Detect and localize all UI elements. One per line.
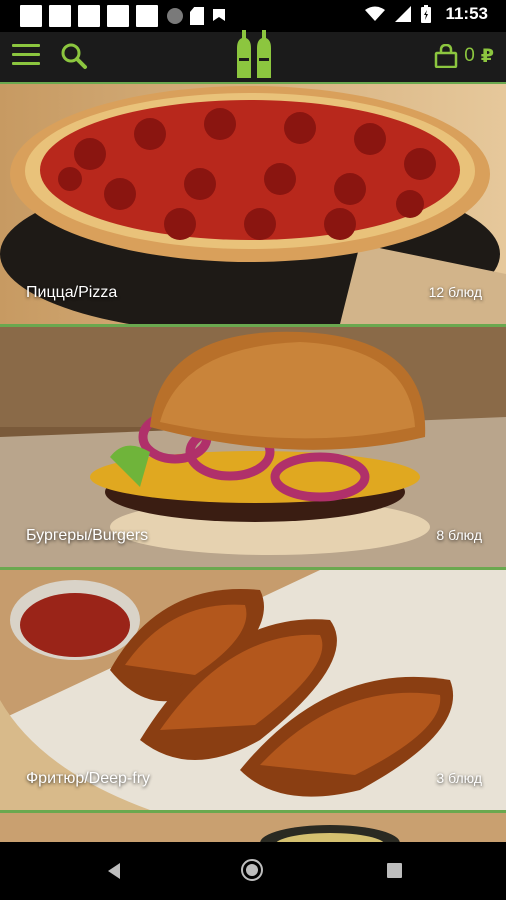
dot-icon <box>167 8 183 24</box>
category-title: Бургеры/Burgers <box>26 527 149 544</box>
category-count: 3 блюд <box>436 770 482 786</box>
sd-card-icon <box>190 7 204 25</box>
cart-total: 0 <box>464 45 475 66</box>
category-card-deep-fry[interactable]: Фритюр/Deep-fry 3 блюд <box>0 570 506 813</box>
wifi-icon <box>365 6 386 21</box>
recent-apps-icon[interactable] <box>387 863 402 878</box>
battery-icon <box>421 5 432 23</box>
category-title: Пицца/Pizza <box>26 284 118 301</box>
category-list: Пицца/Pizza 12 блюд Бургеры/Burgers 8 бл… <box>0 84 506 843</box>
notification-square-icon <box>107 5 129 27</box>
salt-pepper-shakers-logo <box>237 30 271 78</box>
hamburger-menu-icon <box>12 44 40 47</box>
app-header: 0 ₽ <box>0 30 506 84</box>
back-icon[interactable] <box>106 862 124 880</box>
cart-button[interactable]: 0 ₽ <box>434 44 494 68</box>
signal-icon <box>395 6 412 22</box>
notification-square-icon <box>78 5 100 27</box>
category-card-pizza[interactable]: Пицца/Pizza 12 блюд <box>0 84 506 327</box>
category-card-burgers[interactable]: Бургеры/Burgers 8 блюд <box>0 327 506 570</box>
shopping-bag-icon <box>434 44 458 68</box>
category-count: 8 блюд <box>436 527 482 543</box>
home-icon[interactable] <box>241 859 263 881</box>
menu-button[interactable] <box>12 44 40 68</box>
flag-icon <box>213 9 225 21</box>
notification-icons <box>20 5 227 27</box>
notification-square-icon <box>20 5 42 27</box>
system-icons: 11:53 <box>365 4 488 24</box>
category-card-partial[interactable] <box>0 813 506 843</box>
status-bar: 11:53 <box>0 0 506 32</box>
clock: 11:53 <box>445 4 488 23</box>
search-icon[interactable] <box>60 42 88 70</box>
partial-food-image <box>0 813 506 843</box>
system-nav-bar <box>0 842 506 900</box>
currency-symbol: ₽ <box>480 45 494 67</box>
category-count: 12 блюд <box>428 284 482 300</box>
notification-square-icon <box>136 5 158 27</box>
notification-square-icon <box>49 5 71 27</box>
category-title: Фритюр/Deep-fry <box>26 770 151 787</box>
